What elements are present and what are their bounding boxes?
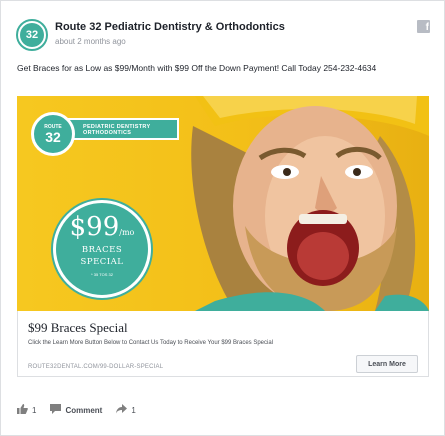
page-avatar[interactable]: 32 — [16, 19, 48, 51]
price-value: $99 — [69, 212, 120, 242]
learn-more-button[interactable]: Learn More — [356, 355, 418, 373]
clinic-logo: PEDIATRIC DENTISTRY ORTHODONTICS ROUTE 3… — [31, 112, 181, 158]
comment-icon — [50, 403, 62, 417]
logo-badge: ROUTE 32 — [31, 112, 75, 156]
share-count: 1 — [131, 405, 136, 415]
post-actions: 1 Comment 1 — [17, 403, 150, 417]
comment-label: Comment — [65, 405, 103, 415]
logo-banner-line2: ORTHODONTICS — [83, 130, 132, 136]
price-line-special: SPECIAL — [80, 257, 124, 267]
link-url: ROUTE32DENTAL.COM/99-DOLLAR-SPECIAL — [28, 364, 164, 370]
screaming-man-photo — [191, 96, 429, 311]
comment-action[interactable]: Comment — [50, 403, 103, 417]
link-description: Click the Learn More Button Below to Con… — [28, 340, 274, 346]
price-fine-print: * 35 TOS 32 — [91, 272, 113, 277]
ad-post-card: 32 Route 32 Pediatric Dentistry & Orthod… — [0, 0, 445, 436]
ad-image[interactable]: PEDIATRIC DENTISTRY ORTHODONTICS ROUTE 3… — [17, 96, 429, 311]
like-count: 1 — [32, 405, 37, 415]
page-name-link[interactable]: Route 32 Pediatric Dentistry & Orthodont… — [55, 21, 285, 33]
thumbs-up-icon — [17, 403, 28, 417]
post-text: Get Braces for as Low as $99/Month with … — [17, 63, 377, 73]
price-line-braces: BRACES — [81, 245, 123, 255]
logo-banner-text: PEDIATRIC DENTISTRY ORTHODONTICS — [83, 124, 150, 136]
facebook-icon: f — [417, 20, 430, 33]
post-timestamp[interactable]: about 2 months ago — [55, 37, 126, 46]
price-badge: $99/mo BRACES SPECIAL * 35 TOS 32 — [53, 200, 151, 298]
price-amount: $99/mo — [56, 213, 148, 247]
price-suffix: /mo — [119, 228, 135, 237]
link-title[interactable]: $99 Braces Special — [28, 320, 128, 336]
logo-badge-number: 32 — [45, 129, 61, 145]
like-action[interactable]: 1 — [17, 403, 37, 417]
share-arrow-icon — [116, 403, 128, 417]
link-preview[interactable]: $99 Braces Special Click the Learn More … — [17, 311, 429, 377]
share-action[interactable]: 1 — [116, 403, 136, 417]
avatar-logo: 32 — [20, 23, 44, 47]
